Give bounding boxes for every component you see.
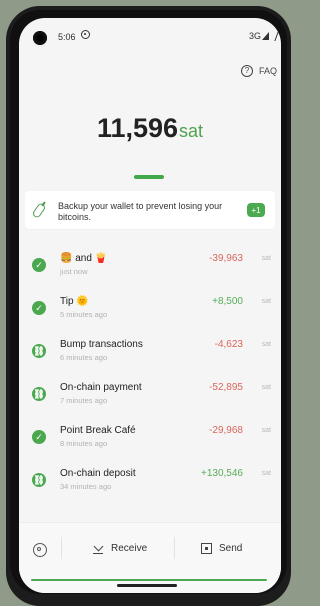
receive-button[interactable]: Receive: [93, 543, 147, 554]
link-icon: ⛓: [32, 473, 46, 487]
backup-banner[interactable]: Backup your wallet to prevent losing you…: [25, 191, 275, 229]
receive-icon: [93, 543, 104, 554]
status-time: 5:06: [58, 32, 76, 42]
faq-button[interactable]: ? FAQ: [240, 65, 277, 77]
bottom-progress-line: [31, 579, 267, 581]
transaction-unit: sat: [261, 341, 271, 348]
transaction-time: 34 minutes ago: [60, 482, 112, 491]
transaction-time: 8 minutes ago: [60, 439, 108, 448]
faq-label: FAQ: [258, 66, 277, 76]
transaction-row[interactable]: ⛓ On-chain payment 7 minutes ago -52,895…: [19, 377, 281, 419]
transaction-unit: sat: [261, 255, 271, 262]
balance-unit: sat: [179, 121, 204, 141]
balance-display: 11,596sat: [19, 113, 281, 144]
check-circle-icon: ✓: [32, 258, 46, 272]
transaction-time: 6 minutes ago: [60, 353, 108, 362]
signal-icon: [262, 32, 269, 40]
transaction-title: 🍔 and 🍟: [60, 253, 108, 264]
transaction-time: 5 minutes ago: [60, 310, 108, 319]
camera-icon: [33, 31, 47, 45]
check-circle-icon: ✓: [32, 301, 46, 315]
transaction-row[interactable]: ✓ Point Break Café 8 minutes ago -29,968…: [19, 420, 281, 462]
transaction-title: On-chain payment: [60, 382, 142, 393]
backup-badge: +1: [247, 203, 265, 217]
transaction-unit: sat: [261, 427, 271, 434]
send-button[interactable]: Send: [201, 543, 242, 554]
home-indicator[interactable]: [117, 584, 177, 587]
transaction-amount: -29,968: [209, 425, 243, 436]
link-icon: ⛓: [32, 387, 46, 401]
transaction-row[interactable]: ✓ Tip 🌞 5 minutes ago +8,500 sat: [19, 291, 281, 333]
backup-message: Backup your wallet to prevent losing you…: [58, 201, 223, 222]
question-circle-icon: ?: [240, 65, 253, 77]
balance-value: 11,596: [96, 113, 179, 143]
transaction-row[interactable]: ⛓ Bump transactions 6 minutes ago -4,623…: [19, 334, 281, 376]
transaction-title: Tip 🌞: [60, 296, 89, 307]
transaction-row[interactable]: ⛓ On-chain deposit 34 minutes ago +130,5…: [19, 463, 281, 505]
balance-indicator: [134, 175, 164, 179]
key-icon: [31, 202, 47, 219]
transaction-time: 7 minutes ago: [60, 396, 108, 405]
network-type: 3G: [248, 31, 261, 41]
transaction-amount: +130,546: [201, 468, 243, 479]
link-icon: ⛓: [32, 344, 46, 358]
transaction-title: Point Break Café: [60, 425, 136, 436]
battery-icon: [269, 32, 279, 41]
transaction-title: Bump transactions: [60, 339, 143, 350]
transaction-amount: -4,623: [214, 339, 243, 350]
divider: [174, 537, 175, 559]
settings-status-icon: [81, 30, 90, 39]
settings-icon[interactable]: [33, 543, 47, 557]
transaction-amount: -52,895: [209, 382, 243, 393]
divider: [61, 537, 62, 559]
transaction-unit: sat: [261, 298, 271, 305]
receive-label: Receive: [111, 543, 148, 554]
transaction-time: just now: [60, 267, 88, 276]
check-circle-icon: ✓: [32, 430, 46, 444]
transaction-amount: -39,963: [209, 253, 243, 264]
transaction-row[interactable]: ✓ 🍔 and 🍟 just now -39,963 sat: [19, 248, 281, 290]
send-label: Send: [219, 543, 243, 554]
app-screen: 5:06 3G ? FAQ 11,596sat Backup your wall…: [19, 18, 281, 593]
transaction-amount: +8,500: [212, 296, 243, 307]
scan-icon: [201, 543, 212, 554]
bottom-action-bar: Receive Send: [19, 522, 281, 593]
transaction-title: On-chain deposit: [60, 468, 136, 479]
transaction-unit: sat: [261, 384, 271, 391]
transaction-unit: sat: [261, 470, 271, 477]
